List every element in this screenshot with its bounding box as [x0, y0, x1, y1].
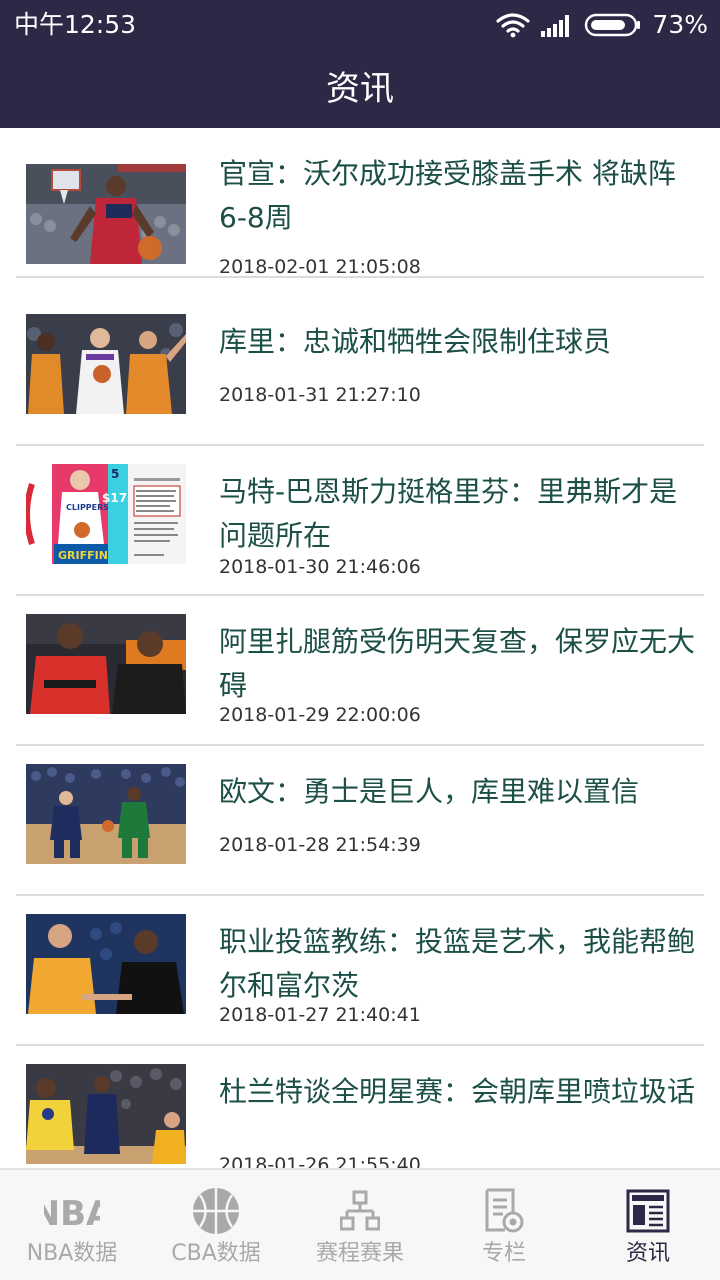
news-date: 2018-01-30 21:46:06: [219, 556, 421, 578]
news-date: 2018-02-01 21:05:08: [219, 256, 421, 278]
nba-logo-icon: NBA: [42, 1184, 102, 1238]
title-bar: 资讯: [0, 50, 720, 128]
news-item[interactable]: GRIFFIN CLIPPERS 5 $173 马特-巴恩斯力挺格里芬：里弗斯才…: [16, 446, 704, 596]
news-thumbnail: [26, 164, 186, 264]
news-title: 阿里扎腿筋受伤明天复查，保罗应无大碍: [219, 625, 696, 702]
news-item[interactable]: 欧文：勇士是巨人，库里难以置信 2018-01-28 21:54:39: [16, 746, 704, 896]
news-date: 2018-01-26 21:55:40: [219, 1154, 421, 1168]
tab-label: 资讯: [625, 1241, 670, 1266]
tab-label: CBA数据: [171, 1241, 261, 1266]
news-thumbnail: [26, 314, 186, 414]
bottom-tab-bar: NBA NBA数据 CBA数据 赛程赛果 专栏 资讯: [0, 1168, 720, 1280]
news-item[interactable]: 阿里扎腿筋受伤明天复查，保罗应无大碍 2018-01-29 22:00:06: [16, 596, 704, 746]
thumb-card-number: 5: [111, 467, 119, 481]
status-bar: 中午12:53 73%: [0, 0, 720, 50]
battery-percent: 73%: [652, 10, 708, 39]
wifi-icon: [496, 13, 531, 38]
news-title: 杜兰特谈全明星赛：会朝库里喷垃圾话: [219, 1075, 696, 1108]
tab-news[interactable]: 资讯: [576, 1170, 720, 1280]
news-date: 2018-01-29 22:00:06: [219, 704, 421, 726]
news-title: 库里：忠诚和牺牲会限制住球员: [219, 325, 612, 358]
news-thumbnail: [26, 764, 186, 864]
news-item[interactable]: 官宣：沃尔成功接受膝盖手术 将缺阵6-8周 2018-02-01 21:05:0…: [16, 128, 704, 278]
tab-label: 赛程赛果: [315, 1241, 404, 1266]
news-title: 官宣：沃尔成功接受膝盖手术 将缺阵6-8周: [219, 157, 676, 234]
status-icons: 73%: [496, 9, 708, 41]
news-list[interactable]: 官宣：沃尔成功接受膝盖手术 将缺阵6-8周 2018-02-01 21:05:0…: [0, 128, 720, 1168]
news-item[interactable]: 库里：忠诚和牺牲会限制住球员 2018-01-31 21:27:10: [16, 296, 704, 446]
tab-nba-data[interactable]: NBA NBA数据: [0, 1170, 144, 1280]
tab-label: 专栏: [481, 1241, 526, 1266]
bracket-icon: [330, 1184, 390, 1238]
news-thumbnail: [26, 614, 186, 714]
battery-icon: [585, 13, 641, 37]
news-item[interactable]: 职业投篮教练：投篮是艺术，我能帮鲍尔和富尔茨 2018-01-27 21:40:…: [16, 896, 704, 1046]
news-thumbnail: [26, 1064, 186, 1164]
nba-logo-text: NBA: [44, 1194, 100, 1233]
news-icon: [618, 1184, 678, 1238]
page-title: 资讯: [326, 69, 394, 109]
tab-label: NBA数据: [26, 1241, 118, 1266]
basketball-icon: [186, 1184, 246, 1238]
news-date: 2018-01-31 21:27:10: [219, 384, 421, 406]
app-header: 中午12:53 73% 资讯: [0, 0, 720, 128]
thumb-card-name: GRIFFIN: [58, 549, 108, 562]
news-date: 2018-01-28 21:54:39: [219, 834, 421, 856]
column-doc-icon: [474, 1184, 534, 1238]
news-item[interactable]: 杜兰特谈全明星赛：会朝库里喷垃圾话 2018-01-26 21:55:40: [16, 1046, 704, 1168]
news-date: 2018-01-27 21:40:41: [219, 1004, 421, 1026]
news-thumbnail: [26, 914, 186, 1014]
news-thumbnail: GRIFFIN CLIPPERS 5 $173: [26, 464, 186, 564]
news-title: 职业投篮教练：投篮是艺术，我能帮鲍尔和富尔茨: [219, 925, 696, 1002]
status-time: 中午12:53: [14, 10, 137, 39]
tab-cba-data[interactable]: CBA数据: [144, 1170, 288, 1280]
signal-icon: [541, 15, 570, 37]
tab-schedule-results[interactable]: 赛程赛果: [288, 1170, 432, 1280]
news-title: 马特-巴恩斯力挺格里芬：里弗斯才是问题所在: [219, 475, 678, 552]
tab-column[interactable]: 专栏: [432, 1170, 576, 1280]
news-title: 欧文：勇士是巨人，库里难以置信: [219, 775, 640, 808]
